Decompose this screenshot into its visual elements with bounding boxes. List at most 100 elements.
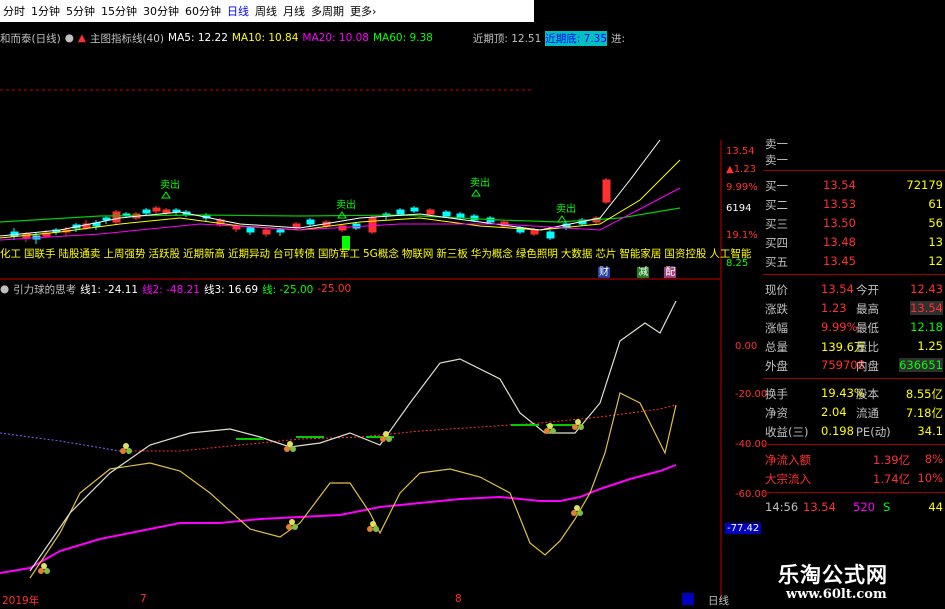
concept-tag[interactable]: 智能家居 — [619, 246, 661, 261]
stat-value: 7.18亿 — [905, 406, 943, 420]
tab-period-4[interactable]: 30分钟 — [140, 3, 182, 19]
tab-period-10[interactable]: 更多› — [347, 3, 379, 19]
period-toolbar: 分时 1分钟 5分钟 15分钟 30分钟 60分钟 日线 周线 月线 多周期 更多› — [0, 0, 534, 22]
concept-tag[interactable]: 国资控股 — [664, 246, 706, 261]
signal-ball-icon — [550, 428, 556, 434]
buy-price: 13.50 — [823, 216, 856, 230]
concept-tag[interactable]: 大数据 — [561, 246, 593, 261]
ma5-value: MA5: 12.22 — [168, 32, 228, 44]
candle-body — [102, 217, 111, 221]
signal-ball-icon — [290, 446, 296, 452]
flow-value: 1.74亿 — [873, 472, 911, 486]
signal-ball-icon — [370, 521, 376, 527]
tab-period-6[interactable]: 日线 — [224, 3, 252, 19]
buy-price: 13.48 — [823, 235, 856, 249]
concept-tag[interactable]: 5G概念 — [363, 246, 399, 261]
stock-name[interactable]: 和而泰(日线) — [0, 31, 61, 46]
tab-period-3[interactable]: 15分钟 — [98, 3, 140, 19]
stat-label: 总量 — [765, 340, 788, 354]
sell-signal-label: 卖出 — [160, 178, 180, 191]
stat-row: 收益(三) 0.198 PE(动) 34.1 — [763, 422, 945, 441]
badge-finance[interactable]: 财 — [598, 267, 610, 278]
scroll-button[interactable] — [682, 593, 694, 605]
signal-ball-icon — [286, 524, 292, 530]
candle-body — [152, 207, 161, 212]
concept-tag[interactable]: 物联网 — [402, 246, 434, 261]
signal-ball-icon — [44, 568, 50, 574]
buy-volume: 56 — [928, 216, 943, 230]
signal-ball-icon — [120, 448, 126, 454]
tick-row: 14:56 13.54 520 S 44 — [763, 498, 945, 517]
quote-divider — [763, 444, 945, 445]
concept-tag[interactable]: 上周强势 — [104, 246, 146, 261]
tick-time: 14:56 — [765, 500, 799, 514]
stat-row: 外盘 759708 内盘 636651 — [763, 356, 945, 375]
tab-period-2[interactable]: 5分钟 — [63, 3, 98, 19]
axis-label: 9.99% — [726, 182, 758, 193]
signal-ball-icon — [38, 568, 44, 574]
tab-period-1[interactable]: 1分钟 — [28, 3, 63, 19]
candle-body — [396, 209, 405, 215]
main-indicator-name[interactable]: 主图指标线(40) — [90, 31, 164, 46]
stat-value: 13.54 — [821, 282, 854, 296]
axis-label: 19.1% — [726, 230, 758, 241]
buy-row: 买一 13.54 72179 — [763, 176, 945, 195]
concept-tag[interactable]: 活跃股 — [149, 246, 181, 261]
signal-ball-icon — [383, 431, 389, 437]
stat-label: 现价 — [765, 283, 788, 297]
concept-tag[interactable]: 华为概念 — [471, 246, 513, 261]
concept-tag[interactable]: 陆股通卖 — [59, 246, 101, 261]
tab-period-5[interactable]: 60分钟 — [182, 3, 224, 19]
candlestick-chart[interactable]: 卖出卖出卖出卖出 — [0, 140, 726, 250]
stat-value: 13.54 — [910, 301, 943, 315]
concept-tag[interactable]: 人工智能 — [709, 246, 751, 261]
tab-period-9[interactable]: 多周期 — [308, 3, 347, 19]
candle-body — [162, 209, 171, 214]
badge-allot[interactable]: 配 — [664, 267, 677, 278]
concept-tag[interactable]: 绿色照明 — [516, 246, 558, 261]
stat-value: 2.04 — [821, 405, 847, 419]
stat-label: 内盘 — [856, 359, 879, 373]
concept-tag[interactable]: 近期新高 — [183, 246, 225, 261]
candle-body — [276, 229, 285, 233]
stat-label: PE(动) — [856, 425, 891, 439]
period-label[interactable]: 日线 — [708, 593, 729, 608]
concept-tag[interactable]: 台可转债 — [273, 246, 315, 261]
concept-tag[interactable]: 化工 — [0, 246, 21, 261]
tab-period-8[interactable]: 月线 — [280, 3, 308, 19]
signal-ball-icon — [575, 419, 581, 425]
ma10-value: MA10: 10.84 — [231, 32, 299, 44]
tab-period-0[interactable]: 分时 — [0, 3, 28, 19]
buy-label: 买三 — [765, 217, 788, 231]
sell-arrow-icon — [161, 191, 171, 199]
buy-price: 13.54 — [823, 178, 856, 192]
stat-row: 净资 2.04 流通 7.18亿 — [763, 403, 945, 422]
signal-ball-icon — [547, 423, 553, 429]
concept-tag[interactable]: 近期异动 — [228, 246, 270, 261]
stat-row: 换手 19.43% 股本 8.55亿 — [763, 384, 945, 403]
concept-tag[interactable]: 芯片 — [595, 246, 616, 261]
tab-period-7[interactable]: 周线 — [252, 3, 280, 19]
candle-body — [410, 207, 419, 212]
buy-price: 13.53 — [823, 197, 856, 211]
indicator-chart[interactable] — [0, 293, 720, 591]
chevron-down-icon[interactable]: ● — [65, 32, 74, 44]
stat-label: 净资 — [765, 406, 788, 420]
candle-body — [246, 227, 255, 233]
buy-row: 买二 13.53 61 — [763, 195, 945, 214]
tick-volume: 520 — [853, 500, 875, 514]
signal-ball-icon — [386, 436, 392, 442]
signal-ball-icon — [123, 443, 129, 449]
flow-pct: 10% — [917, 471, 943, 485]
concept-tag[interactable]: 国联手 — [24, 246, 56, 261]
concept-tag[interactable]: 国防军工 — [318, 246, 360, 261]
tick-price: 13.54 — [803, 500, 836, 514]
flow-row: 大宗流入 1.74亿 10% — [763, 469, 945, 488]
stat-value: 12.43 — [910, 282, 943, 296]
badge-reduce[interactable]: 减 — [637, 267, 650, 278]
concept-tag[interactable]: 新三板 — [436, 246, 468, 261]
watermark-logo: 乐淘公式网 www.60lt.com — [748, 556, 945, 609]
buy-row: 买四 13.48 13 — [763, 233, 945, 252]
stat-value: 8.55亿 — [905, 387, 943, 401]
signal-ball-icon — [41, 563, 47, 569]
